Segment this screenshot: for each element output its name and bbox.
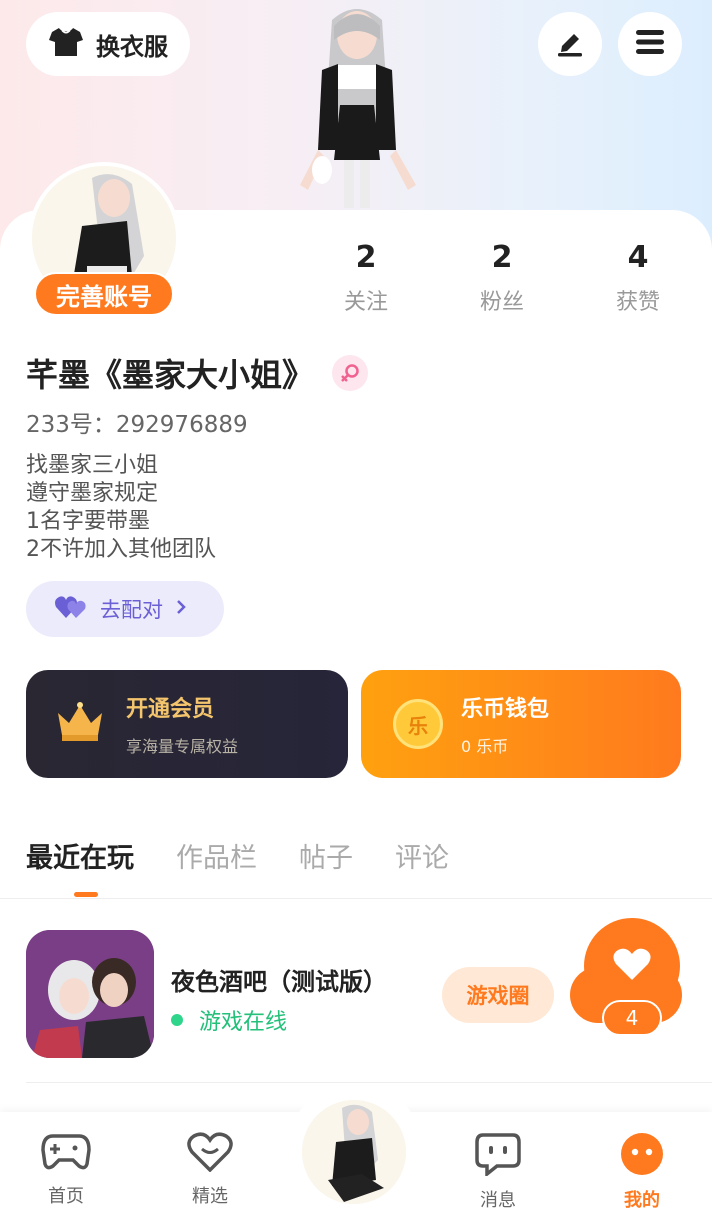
menu-icon: [634, 28, 666, 60]
change-outfit-button[interactable]: 换衣服: [26, 12, 190, 76]
nav-me[interactable]: 我的: [597, 1132, 687, 1212]
nav-featured-label: 精选: [192, 1186, 228, 1207]
vip-card[interactable]: 开通会员 享海量专属权益: [26, 670, 348, 778]
wallet-card[interactable]: 乐 乐币钱包 0 乐币: [361, 670, 681, 778]
nav-home[interactable]: 首页: [21, 1132, 111, 1208]
nav-featured[interactable]: 精选: [165, 1132, 255, 1208]
game-icon[interactable]: [26, 930, 154, 1058]
chevron-right-icon: [175, 598, 187, 620]
game-status: 游戏在线: [171, 1004, 287, 1036]
tab-posts[interactable]: 帖子: [299, 836, 353, 875]
menu-button[interactable]: [618, 12, 682, 76]
game-circle-button[interactable]: 游戏圈: [442, 967, 554, 1023]
bio-line: 找墨家三小姐: [26, 453, 159, 478]
gamepad-icon: [41, 1132, 91, 1176]
vip-title: 开通会员: [126, 697, 215, 722]
stat-likes-value: 4: [627, 240, 649, 275]
stat-following[interactable]: 2 关注: [316, 240, 416, 316]
wallet-balance: 0 乐币: [461, 737, 509, 756]
bio-line: 1名字要带墨: [26, 509, 150, 534]
nav-messages-label: 消息: [480, 1190, 516, 1211]
crown-icon: [54, 701, 106, 747]
heart-chat-icon: [186, 1132, 234, 1176]
profile-tabs: 最近在玩 作品栏 帖子 评论: [26, 836, 449, 875]
tab-works[interactable]: 作品栏: [176, 836, 257, 875]
divider: [26, 1082, 712, 1083]
tab-recent[interactable]: 最近在玩: [26, 836, 134, 875]
bio-line: 2不许加入其他团队: [26, 537, 216, 562]
nav-avatar[interactable]: [298, 1096, 410, 1208]
change-outfit-label: 换衣服: [96, 32, 168, 61]
stat-following-label: 关注: [343, 290, 388, 315]
stat-likes[interactable]: 4 获赞: [588, 240, 688, 316]
online-dot: [171, 1014, 183, 1026]
like-count: 4: [602, 1000, 662, 1036]
coin-icon: 乐: [393, 699, 443, 749]
tshirt-icon: [48, 26, 84, 62]
female-icon: [332, 355, 369, 391]
stat-following-value: 2: [355, 240, 377, 275]
avatar-3d-figure[interactable]: [282, 0, 432, 212]
stat-likes-label: 获赞: [615, 290, 660, 315]
stat-fans-value: 2: [491, 240, 513, 275]
user-id: 233号：292976889: [26, 412, 248, 438]
profile-name: 芊墨《墨家大小姐》: [26, 356, 315, 394]
nav-me-label: 我的: [624, 1190, 660, 1211]
complete-account-badge[interactable]: 完善账号: [34, 272, 174, 316]
tab-comments[interactable]: 评论: [395, 836, 449, 875]
profile-face-icon: [620, 1132, 664, 1180]
name-row: 芊墨《墨家大小姐》: [26, 350, 369, 396]
vip-subtitle: 享海量专属权益: [126, 737, 239, 756]
bio: 找墨家三小姐 遵守墨家规定 1名字要带墨 2不许加入其他团队: [26, 452, 216, 564]
stat-fans[interactable]: 2 粉丝: [452, 240, 552, 316]
bio-line: 遵守墨家规定: [26, 481, 159, 506]
game-title: 夜色酒吧（测试版）: [171, 968, 387, 996]
wallet-title: 乐币钱包: [461, 697, 550, 722]
pencil-icon: [554, 26, 586, 62]
edit-profile-button[interactable]: [538, 12, 602, 76]
divider: [0, 898, 712, 899]
game-status-label: 游戏在线: [199, 1010, 288, 1035]
match-label: 去配对: [100, 598, 163, 622]
nav-messages[interactable]: 消息: [453, 1132, 543, 1212]
nav-home-label: 首页: [48, 1186, 84, 1207]
double-heart-icon: [54, 594, 88, 624]
heart-icon: [612, 946, 652, 986]
match-button[interactable]: 去配对: [26, 581, 224, 637]
message-icon: [475, 1132, 521, 1180]
stat-fans-label: 粉丝: [479, 290, 524, 315]
tab-indicator: [74, 892, 98, 897]
